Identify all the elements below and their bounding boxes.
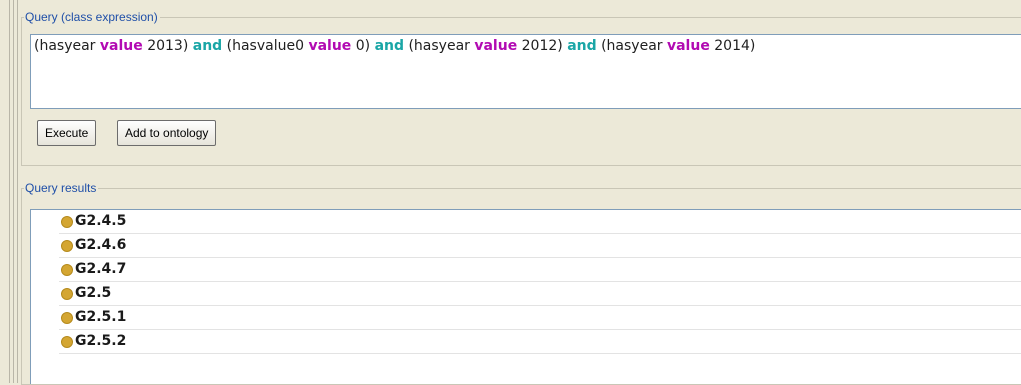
frame-divider: [9, 0, 10, 383]
result-item[interactable]: G2.4.6: [59, 234, 1021, 258]
individual-dot-icon: [61, 264, 73, 276]
query-token: (hasyear: [34, 38, 100, 54]
query-panel: Query (class expression) (hasyear value …: [21, 9, 1021, 166]
result-item[interactable]: G2.5.2: [59, 330, 1021, 354]
frame-divider: [17, 0, 18, 383]
results-panel-legend: Query results: [24, 180, 99, 196]
result-item-label: G2.4.6: [75, 237, 127, 253]
result-item-label: G2.4.7: [75, 261, 127, 277]
result-item-label: G2.5.1: [75, 309, 127, 325]
query-keyword-and: and: [192, 38, 223, 54]
results-list[interactable]: G2.4.5 G2.4.6 G2.4.7 G2.5 G2.5.1 G2.5.2: [30, 209, 1021, 384]
query-keyword-and: and: [374, 38, 405, 54]
add-to-ontology-button[interactable]: Add to ontology: [117, 120, 217, 146]
result-item[interactable]: G2.5.1: [59, 306, 1021, 330]
query-token: 2014): [709, 38, 756, 54]
individual-dot-icon: [61, 240, 73, 252]
result-item-label: G2.5.2: [75, 333, 127, 349]
query-keyword-value: value: [308, 38, 352, 54]
query-keyword-value: value: [99, 38, 143, 54]
frame-divider: [13, 0, 14, 383]
result-item[interactable]: G2.4.5: [59, 210, 1021, 234]
query-keyword-value: value: [474, 38, 518, 54]
query-token: (hasyear: [596, 38, 667, 54]
query-keyword-value: value: [666, 38, 710, 54]
query-token: (hasyear: [404, 38, 475, 54]
result-item[interactable]: G2.4.7: [59, 258, 1021, 282]
individual-dot-icon: [61, 312, 73, 324]
query-token: 0): [351, 38, 375, 54]
query-token: 2013): [142, 38, 193, 54]
result-item-label: G2.5: [75, 285, 112, 301]
execute-button[interactable]: Execute: [37, 120, 97, 146]
query-expression-editor[interactable]: (hasyear value 2013) and (hasvalue0 valu…: [30, 34, 1021, 109]
query-panel-legend: Query (class expression): [24, 9, 160, 25]
query-token: 2012): [517, 38, 568, 54]
query-keyword-and: and: [567, 38, 597, 54]
results-panel: Query results G2.4.5 G2.4.6 G2.4.7 G2.5 …: [21, 180, 1021, 385]
individual-dot-icon: [61, 216, 73, 228]
individual-dot-icon: [61, 336, 73, 348]
individual-dot-icon: [61, 288, 73, 300]
query-token: (hasvalue0: [222, 38, 309, 54]
result-item[interactable]: G2.5: [59, 282, 1021, 306]
result-item-label: G2.4.5: [75, 213, 127, 229]
